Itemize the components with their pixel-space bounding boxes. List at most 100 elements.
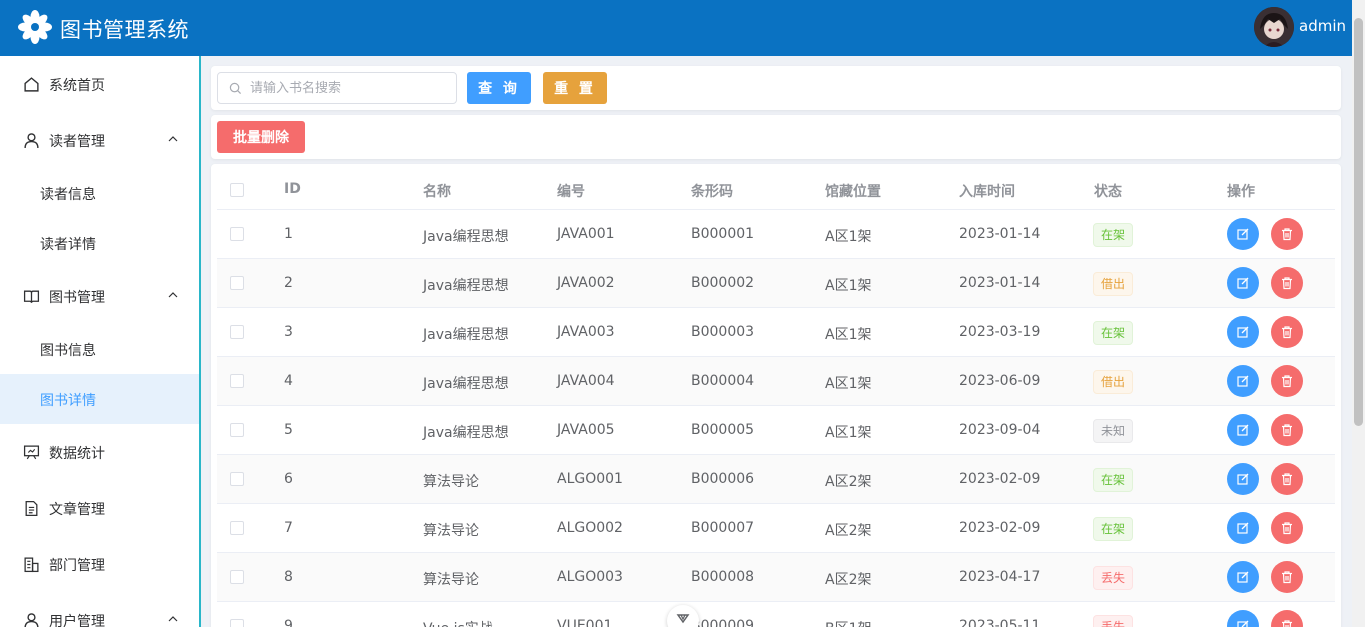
cell-id: 5 <box>284 422 293 438</box>
cell-name: 算法导论 <box>423 474 479 490</box>
cell-date: 2023-02-09 <box>959 471 1041 487</box>
row-checkbox[interactable] <box>230 423 244 437</box>
sidebar-item-articles[interactable]: 文章管理 <box>0 480 200 536</box>
row-checkbox[interactable] <box>230 472 244 486</box>
row-checkbox[interactable] <box>230 619 244 627</box>
table-row[interactable]: 7 算法导论 ALGO002 B000007 A区2架 2023-02-09 在架 <box>217 504 1335 553</box>
cell-name: Vue.js实战 <box>423 618 493 627</box>
delete-button[interactable] <box>1271 610 1303 627</box>
cell-id: 3 <box>284 324 293 340</box>
avatar[interactable] <box>1254 7 1294 47</box>
batch-delete-button[interactable]: 批量删除 <box>217 121 305 153</box>
table-row[interactable]: 4 Java编程思想 JAVA004 B000004 A区1架 2023-06-09 借出 <box>217 357 1335 406</box>
query-button[interactable]: 查 询 <box>467 72 531 104</box>
edit-button[interactable] <box>1227 512 1259 544</box>
row-checkbox[interactable] <box>230 325 244 339</box>
username[interactable]: admin <box>1299 17 1346 35</box>
cell-id: 1 <box>284 226 293 242</box>
cell-date: 2023-01-14 <box>959 226 1041 242</box>
delete-button[interactable] <box>1271 463 1303 495</box>
edit-button[interactable] <box>1227 267 1259 299</box>
book-icon <box>23 290 40 303</box>
row-checkbox[interactable] <box>230 276 244 290</box>
chevron-up-icon <box>168 616 178 622</box>
sidebar-item-label: 图书信息 <box>40 343 96 359</box>
trash-icon <box>1280 325 1294 339</box>
cell-id: 9 <box>284 618 293 627</box>
trash-icon <box>1280 374 1294 388</box>
sidebar-item-departments[interactable]: 部门管理 <box>0 536 200 592</box>
cell-code: JAVA001 <box>557 226 615 242</box>
sidebar-item-home[interactable]: 系统首页 <box>0 56 200 112</box>
column-header-code: 编号 <box>557 184 585 200</box>
chevron-up-icon <box>168 292 178 298</box>
sidebar-item-book-management[interactable]: 图书管理 <box>0 268 200 324</box>
trash-icon <box>1280 276 1294 290</box>
trash-icon <box>1280 619 1294 627</box>
user-icon <box>24 133 39 148</box>
cell-date: 2023-02-09 <box>959 520 1041 536</box>
delete-button[interactable] <box>1271 218 1303 250</box>
status-badge: 丢失 <box>1093 615 1134 627</box>
sidebar-item-reader-info[interactable]: 读者信息 <box>0 168 200 218</box>
cell-name: Java编程思想 <box>423 425 509 441</box>
sidebar-item-statistics[interactable]: 数据统计 <box>0 424 200 480</box>
table-row[interactable]: 8 算法导论 ALGO003 B000008 A区2架 2023-04-17 丢失 <box>217 553 1335 602</box>
edit-button[interactable] <box>1227 316 1259 348</box>
search-field[interactable] <box>217 72 457 104</box>
edit-button[interactable] <box>1227 561 1259 593</box>
reset-button[interactable]: 重 置 <box>543 72 607 104</box>
table-row[interactable]: 9 Vue.js实战 VUE001 B000009 B区1架 2023-05-11 丢失 <box>217 602 1335 627</box>
row-checkbox[interactable] <box>230 570 244 584</box>
table-header <box>217 170 1335 210</box>
search-input[interactable] <box>250 73 450 103</box>
status-badge: 借出 <box>1093 370 1134 394</box>
cell-location: A区1架 <box>825 327 872 343</box>
cell-name: 算法导论 <box>423 523 479 539</box>
sidebar-item-reader-detail[interactable]: 读者详情 <box>0 218 200 268</box>
select-all-checkbox[interactable] <box>230 183 244 197</box>
trash-icon <box>1280 570 1294 584</box>
table-row[interactable]: 1 Java编程思想 JAVA001 B000001 A区1架 2023-01-14 在架 <box>217 210 1335 259</box>
status-badge: 在架 <box>1093 223 1134 247</box>
column-header-id: ID <box>284 181 301 197</box>
cell-date: 2023-05-11 <box>959 618 1041 627</box>
cell-id: 4 <box>284 373 293 389</box>
cell-barcode: B000001 <box>691 226 755 242</box>
row-checkbox[interactable] <box>230 227 244 241</box>
sidebar-item-reader-management[interactable]: 读者管理 <box>0 112 200 168</box>
sidebar-item-book-info[interactable]: 图书信息 <box>0 324 200 374</box>
sidebar-item-label: 部门管理 <box>49 558 105 574</box>
cell-barcode: B000002 <box>691 275 755 291</box>
row-checkbox[interactable] <box>230 521 244 535</box>
edit-button[interactable] <box>1227 463 1259 495</box>
row-checkbox[interactable] <box>230 374 244 388</box>
status-badge: 在架 <box>1093 517 1134 541</box>
trash-icon <box>1280 227 1294 241</box>
table-row[interactable]: 6 算法导论 ALGO001 B000006 A区2架 2023-02-09 在架 <box>217 455 1335 504</box>
sidebar-item-users[interactable]: 用户管理 <box>0 592 200 627</box>
table-row[interactable]: 2 Java编程思想 JAVA002 B000002 A区1架 2023-01-14 借出 <box>217 259 1335 308</box>
edit-icon <box>1236 423 1250 437</box>
edit-button[interactable] <box>1227 610 1259 627</box>
toolbar-card <box>211 115 1341 159</box>
delete-button[interactable] <box>1271 414 1303 446</box>
table-row[interactable]: 3 Java编程思想 JAVA003 B000003 A区1架 2023-03-19 在架 <box>217 308 1335 357</box>
page-scrollbar-thumb[interactable] <box>1354 18 1363 426</box>
sidebar-item-label: 用户管理 <box>49 614 105 627</box>
sidebar-item-book-detail[interactable]: 图书详情 <box>0 374 200 424</box>
edit-icon <box>1236 227 1250 241</box>
cell-location: A区2架 <box>825 474 872 490</box>
edit-button[interactable] <box>1227 365 1259 397</box>
table-row[interactable]: 5 Java编程思想 JAVA005 B000005 A区1架 2023-09-04 未知 <box>217 406 1335 455</box>
edit-button[interactable] <box>1227 218 1259 250</box>
edit-button[interactable] <box>1227 414 1259 446</box>
delete-button[interactable] <box>1271 316 1303 348</box>
delete-button[interactable] <box>1271 512 1303 544</box>
cell-barcode: B000004 <box>691 373 755 389</box>
cell-id: 2 <box>284 275 293 291</box>
delete-button[interactable] <box>1271 365 1303 397</box>
delete-button[interactable] <box>1271 267 1303 299</box>
delete-button[interactable] <box>1271 561 1303 593</box>
edit-icon <box>1236 276 1250 290</box>
